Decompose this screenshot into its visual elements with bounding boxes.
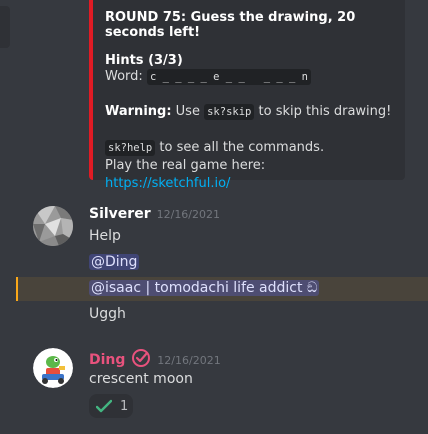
- message-text: Help: [89, 228, 121, 244]
- username-text[interactable]: Ding: [89, 352, 125, 368]
- timestamp: 12/16/2021: [156, 208, 221, 221]
- reaction-count: 1: [120, 398, 129, 414]
- timestamp: 12/16/2021: [157, 354, 221, 367]
- verified-badge-icon: [132, 349, 151, 367]
- warning-pre: Use: [175, 104, 200, 119]
- avatar[interactable]: [33, 348, 73, 388]
- help-command: sk?help: [105, 140, 156, 156]
- mention[interactable]: @isaac | tomodachi life addict ඞ: [89, 280, 320, 296]
- username[interactable]: Ding 12/16/2021: [89, 348, 221, 368]
- warning-label: Warning:: [105, 104, 172, 119]
- avatar[interactable]: [33, 206, 73, 246]
- embed-play-line: Play the real game here: https://sketchf…: [105, 157, 393, 193]
- word-pattern: c _ _ _ _ e _ _ _ _ _ n: [146, 69, 311, 85]
- help-text: to see all the commands.: [159, 140, 325, 155]
- embed-help-line: sk?help to see all the commands.: [105, 139, 393, 157]
- skip-command: sk?skip: [204, 104, 255, 120]
- message-text: crescent moon: [89, 371, 193, 387]
- left-rail: [0, 0, 10, 434]
- message-text: @isaac | tomodachi life addict ඞ: [89, 280, 320, 296]
- sketchful-link[interactable]: https://sketchful.io/: [105, 176, 230, 191]
- username[interactable]: Silverer 12/16/2021: [89, 206, 220, 222]
- mention[interactable]: @Ding: [89, 254, 140, 270]
- embed-hints-title: Hints (3/3): [105, 53, 183, 68]
- bot-embed: ROUND 75: Guess the drawing, 20 seconds …: [89, 0, 405, 191]
- check-reaction-icon: [96, 399, 112, 413]
- username-text[interactable]: Silverer: [89, 206, 151, 222]
- message-text: @Ding: [89, 254, 140, 270]
- message-text: Uggh: [89, 306, 126, 322]
- reaction-check[interactable]: 1: [89, 394, 133, 418]
- word-label: Word:: [105, 69, 143, 84]
- embed-warning-line: Warning: Use sk?skip to skip this drawin…: [105, 103, 393, 121]
- embed-round-title: ROUND 75: Guess the drawing, 20 seconds …: [105, 10, 356, 40]
- embed-word-line: Word: c _ _ _ _ e _ _ _ _ _ n: [105, 68, 393, 86]
- scroll-tab[interactable]: [0, 6, 10, 48]
- warning-post: to skip this drawing!: [258, 104, 392, 119]
- play-text: Play the real game here:: [105, 158, 266, 173]
